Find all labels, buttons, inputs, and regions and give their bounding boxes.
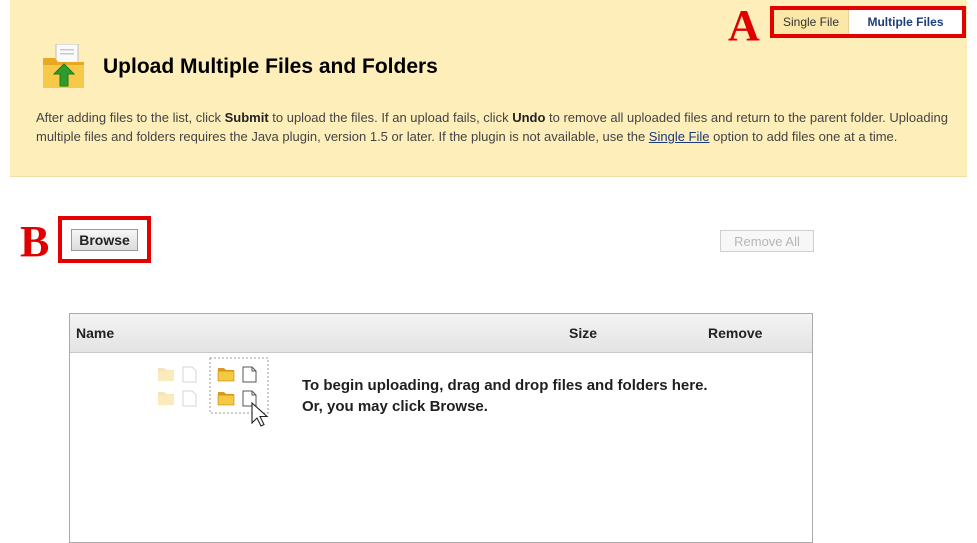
file-list-table[interactable]: Name Size Remove To begin uploading, dra… bbox=[69, 313, 813, 543]
column-header-name[interactable]: Name bbox=[76, 325, 114, 341]
upload-mode-tabs: Single File Multiple Files bbox=[770, 6, 966, 38]
drop-zone-message: To begin uploading, drag and drop files … bbox=[302, 375, 708, 417]
tab-single-file[interactable]: Single File bbox=[774, 10, 849, 34]
browse-button[interactable]: Browse bbox=[71, 229, 138, 251]
single-file-link[interactable]: Single File bbox=[649, 129, 710, 144]
drop-message-line-2: Or, you may click Browse. bbox=[302, 398, 488, 415]
column-header-remove: Remove bbox=[708, 325, 763, 341]
column-header-size[interactable]: Size bbox=[569, 325, 597, 341]
drop-message-line-1: To begin uploading, drag and drop files … bbox=[302, 377, 708, 394]
remove-all-button[interactable]: Remove All bbox=[720, 230, 814, 252]
annotation-label-b: B bbox=[20, 217, 50, 266]
faded-folder-icon bbox=[158, 368, 174, 405]
tab-multiple-files[interactable]: Multiple Files bbox=[849, 10, 962, 34]
instructions-text: After adding files to the list, click Su… bbox=[36, 110, 948, 144]
faded-document-icon bbox=[182, 366, 197, 407]
document-icon bbox=[242, 366, 257, 407]
undo-keyword: Undo bbox=[512, 110, 546, 125]
submit-keyword: Submit bbox=[224, 110, 269, 125]
table-header: Name Size Remove bbox=[70, 314, 812, 353]
folder-icon bbox=[217, 368, 235, 406]
annotation-label-a: A bbox=[728, 1, 760, 50]
drag-drop-illustration bbox=[158, 357, 269, 427]
upload-folder-icon bbox=[43, 44, 84, 88]
page-title: Upload Multiple Files and Folders bbox=[103, 55, 438, 78]
cursor-icon bbox=[251, 401, 269, 427]
browse-highlight-frame: Browse bbox=[58, 216, 151, 263]
